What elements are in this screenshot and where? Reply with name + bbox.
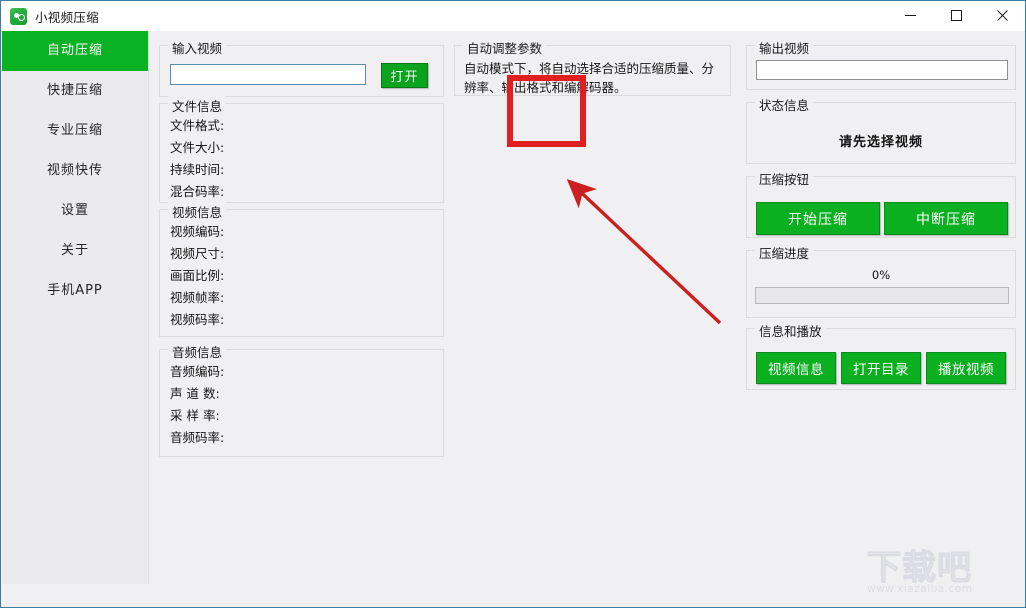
sample-rate-row: 采 样 率: [170, 408, 220, 423]
video-bitrate-row: 视频码率: [170, 312, 225, 327]
input-video-group: 输入视频 打开 [159, 38, 444, 97]
sidebar-nav: 自动压缩 快捷压缩 专业压缩 视频快传 设置 关于 手机APP [2, 31, 149, 584]
right-column: 输出视频 状态信息 请先选择视频 压缩按钮 开始压缩 中断压缩 压缩进度 0% [746, 31, 1016, 606]
sidebar-item-settings[interactable]: 设置 [2, 191, 148, 231]
left-column: 输入视频 打开 文件信息 文件格式: 文件大小: 持续时间: 混合码率: 视频信… [159, 31, 444, 606]
video-size-row: 视频尺寸: [170, 246, 225, 261]
audio-info-group: 音频信息 音频编码: 声 道 数: 采 样 率: 音频码率: [159, 342, 444, 457]
window-title: 小视频压缩 [35, 9, 100, 25]
auto-params-group: 自动调整参数 自动模式下，将自动选择合适的压缩质量、分辨率、输出格式和编解码器。 [454, 38, 731, 96]
overall-bitrate-row: 混合码率: [170, 184, 225, 199]
auto-params-description: 自动模式下，将自动选择合适的压缩质量、分辨率、输出格式和编解码器。 [464, 61, 715, 95]
sidebar-item-mobile-app[interactable]: 手机APP [2, 271, 148, 311]
play-video-button[interactable]: 播放视频 [926, 352, 1006, 384]
output-video-group: 输出视频 [746, 38, 1016, 90]
sidebar-item-auto-compress[interactable]: 自动压缩 [2, 31, 148, 71]
video-info-legend: 视频信息 [168, 202, 227, 221]
sidebar-item-video-transfer[interactable]: 视频快传 [2, 151, 148, 191]
input-video-legend: 输入视频 [168, 38, 227, 57]
main-content: 输入视频 打开 文件信息 文件格式: 文件大小: 持续时间: 混合码率: 视频信… [149, 31, 1024, 606]
aspect-ratio-row: 画面比例: [170, 268, 225, 283]
status-message: 请先选择视频 [838, 135, 923, 150]
app-logo-icon [10, 7, 27, 25]
sidebar-item-quick-compress[interactable]: 快捷压缩 [2, 71, 148, 111]
file-format-row: 文件格式: [170, 118, 225, 133]
file-info-group: 文件信息 文件格式: 文件大小: 持续时间: 混合码率: [159, 96, 444, 203]
sidebar-item-pro-compress[interactable]: 专业压缩 [2, 111, 148, 151]
auto-params-legend: 自动调整参数 [463, 38, 547, 57]
progress-group: 压缩进度 0% [746, 243, 1016, 318]
maximize-icon [950, 10, 962, 21]
audio-bitrate-row: 音频码率: [170, 430, 225, 445]
duration-row: 持续时间: [170, 162, 225, 177]
output-video-path-field[interactable] [756, 60, 1008, 80]
status-legend: 状态信息 [755, 95, 814, 114]
middle-column: 自动调整参数 自动模式下，将自动选择合适的压缩质量、分辨率、输出格式和编解码器。 [454, 31, 744, 606]
open-directory-button[interactable]: 打开目录 [841, 352, 921, 384]
file-size-row: 文件大小: [170, 140, 225, 155]
close-button[interactable] [979, 1, 1025, 30]
frame-rate-row: 视频帧率: [170, 290, 225, 305]
video-codec-row: 视频编码: [170, 224, 225, 239]
start-compress-button[interactable]: 开始压缩 [756, 202, 880, 235]
compress-buttons-group: 压缩按钮 开始压缩 中断压缩 [746, 169, 1016, 238]
file-info-legend: 文件信息 [168, 96, 227, 115]
channels-row: 声 道 数: [170, 386, 220, 401]
input-video-path-field[interactable] [170, 64, 366, 85]
minimize-button[interactable] [887, 1, 933, 30]
info-play-legend: 信息和播放 [755, 321, 826, 340]
audio-info-legend: 音频信息 [168, 342, 227, 361]
output-video-legend: 输出视频 [755, 38, 814, 57]
maximize-button[interactable] [933, 1, 979, 30]
video-info-group: 视频信息 视频编码: 视频尺寸: 画面比例: 视频帧率: 视频码率: [159, 202, 444, 337]
minimize-icon [904, 15, 916, 16]
stop-compress-button[interactable]: 中断压缩 [884, 202, 1008, 235]
video-info-button[interactable]: 视频信息 [756, 352, 836, 384]
close-icon [996, 10, 1008, 21]
sidebar-item-about[interactable]: 关于 [2, 231, 148, 271]
audio-codec-row: 音频编码: [170, 364, 225, 379]
open-file-button[interactable]: 打开 [381, 63, 428, 88]
title-bar: 小视频压缩 [1, 1, 1025, 32]
progress-legend: 压缩进度 [755, 243, 814, 262]
compress-buttons-legend: 压缩按钮 [755, 169, 814, 188]
status-group: 状态信息 请先选择视频 [746, 95, 1016, 164]
progress-bar [755, 287, 1009, 304]
info-play-group: 信息和播放 视频信息 打开目录 播放视频 [746, 321, 1016, 390]
application-window: 小视频压缩 自动压缩 快捷压缩 专业压缩 视频快传 设置 关于 手机APP 输入… [0, 0, 1026, 608]
progress-percent-label: 0% [871, 268, 891, 282]
